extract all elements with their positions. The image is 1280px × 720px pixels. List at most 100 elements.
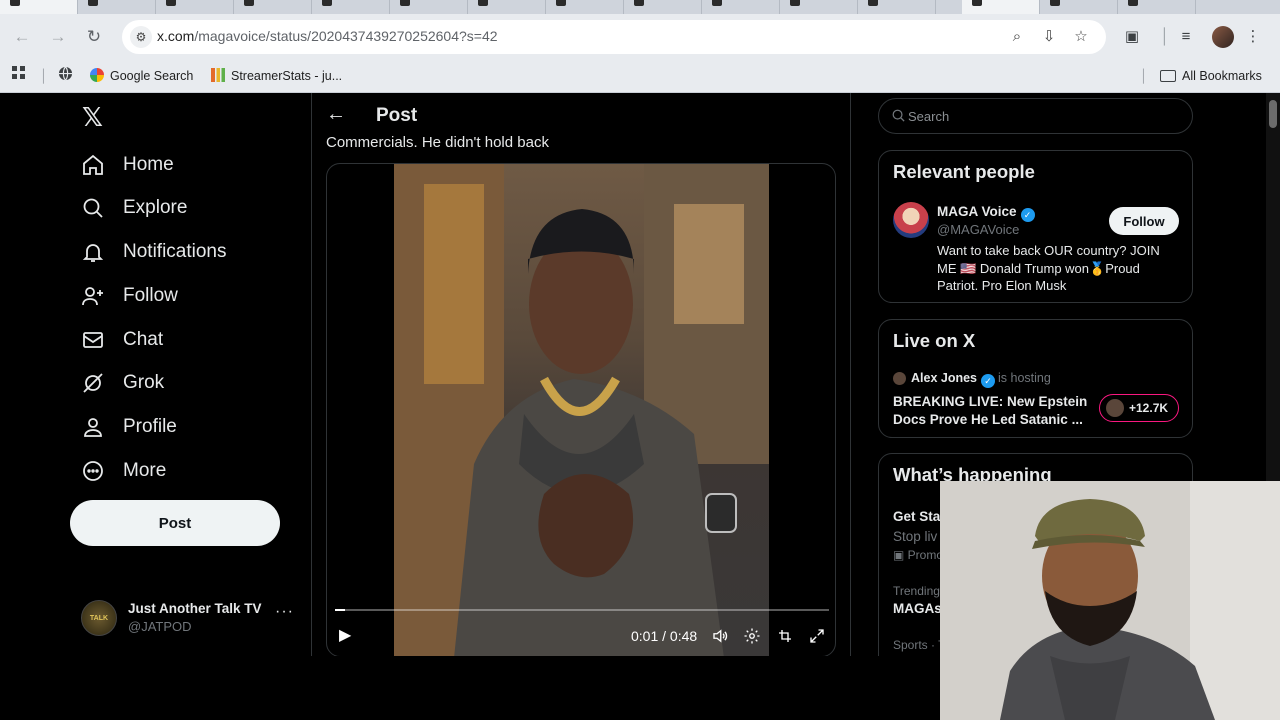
play-icon[interactable]: ▶	[339, 627, 355, 645]
account-switcher[interactable]: TALK Just Another Talk TV @JATPOD ···	[78, 598, 298, 638]
settings-gear-icon[interactable]	[743, 627, 761, 645]
browser-tab[interactable]	[780, 0, 858, 14]
browser-tab[interactable]	[702, 0, 780, 14]
bookmark-streamerstats[interactable]: StreamerStats - ju...	[211, 66, 342, 86]
media-control-icon[interactable]: ≡	[1175, 26, 1197, 48]
profile-name-text: MAGA Voice	[937, 204, 1017, 219]
search-input[interactable]	[908, 107, 1168, 125]
sidebar-item-chat[interactable]: Chat	[80, 322, 163, 358]
tab-favicon-icon	[88, 0, 98, 6]
globe-icon[interactable]	[58, 66, 73, 86]
video-frame[interactable]	[394, 164, 769, 656]
sidebar-item-profile[interactable]: Profile	[80, 409, 177, 445]
tab-favicon-icon	[868, 0, 878, 6]
bookmark-label: StreamerStats - ju...	[231, 69, 343, 83]
more-dots-icon[interactable]: ···	[275, 603, 294, 621]
browser-tab-active[interactable]	[962, 0, 1040, 14]
live-host-suffix: is hosting	[998, 371, 1051, 385]
tab-favicon-icon	[166, 0, 176, 6]
bookmark-star-icon[interactable]: ☆	[1071, 27, 1091, 47]
webcam-person-image	[940, 481, 1280, 720]
scrollbar-thumb[interactable]	[1269, 100, 1277, 128]
live-listeners-pill[interactable]: +12.7K	[1099, 394, 1179, 422]
trend-meta-text: Promo	[907, 548, 944, 562]
bookmarks-bar: │ Google Search StreamerStats - ju... │ …	[0, 60, 1280, 93]
bookmarks-divider: │	[1140, 69, 1148, 83]
profile-avatar[interactable]	[1212, 26, 1234, 48]
avatar: TALK	[81, 600, 117, 636]
back-arrow-icon[interactable]: ←	[326, 103, 346, 126]
back-arrow-icon[interactable]: ←	[10, 25, 34, 49]
trend-title[interactable]: MAGAs	[893, 601, 942, 616]
trend-meta: ▣ Promo	[893, 548, 943, 562]
live-host[interactable]: Alex Jones ✓ is hosting	[911, 371, 1051, 388]
pip-icon[interactable]	[776, 627, 794, 645]
apps-grid-icon[interactable]	[12, 66, 28, 86]
reload-icon[interactable]: ↻	[82, 25, 106, 49]
follow-button[interactable]: Follow	[1109, 207, 1179, 235]
trend-title[interactable]: Get Sta	[893, 509, 940, 524]
all-bookmarks-label: All Bookmarks	[1182, 69, 1262, 83]
browser-tab[interactable]	[78, 0, 156, 14]
sidebar-item-explore[interactable]: Explore	[80, 190, 187, 226]
sidebar-item-label: Grok	[123, 372, 165, 393]
profile-name[interactable]: MAGA Voice ✓	[937, 204, 1035, 222]
verified-badge-icon: ✓	[1020, 208, 1035, 222]
post-button[interactable]: Post	[70, 500, 280, 546]
chrome-menu-icon[interactable]: ⋮	[1242, 26, 1264, 48]
grok-icon	[80, 370, 106, 396]
post-text: Commercials. He didn't hold back	[326, 134, 549, 151]
live-host-name: Alex Jones	[911, 371, 978, 385]
browser-tab[interactable]	[468, 0, 546, 14]
zoom-icon[interactable]: ⌕	[1007, 27, 1027, 47]
volume-icon[interactable]	[711, 627, 729, 645]
all-bookmarks[interactable]: All Bookmarks	[1160, 66, 1262, 86]
avatar[interactable]	[893, 202, 929, 238]
url-host: x.com	[157, 28, 195, 44]
browser-tab-strip	[0, 0, 1280, 14]
post-column: ← Post Commercials. He didn't hold back	[311, 93, 851, 656]
site-info-icon[interactable]: ⚙	[130, 26, 152, 48]
browser-tab[interactable]	[1040, 0, 1118, 14]
tab-favicon-icon	[10, 0, 20, 6]
address-bar[interactable]: ⚙ x.com/magavoice/status/202043743927025…	[122, 20, 1106, 54]
sidebar-item-more[interactable]: More	[80, 453, 166, 489]
sidebar-item-home[interactable]: Home	[80, 147, 174, 183]
video-progress-track[interactable]	[335, 609, 829, 611]
url-text[interactable]: x.com/magavoice/status/20204374392702526…	[157, 28, 498, 44]
sidebar-item-follow[interactable]: Follow	[80, 278, 178, 314]
browser-tab[interactable]	[858, 0, 936, 14]
video-player[interactable]: ▶ 0:01 / 0:48	[326, 163, 836, 656]
tab-search-icon[interactable]: ▣	[1121, 26, 1143, 48]
bell-icon	[80, 239, 106, 265]
bookmark-google-search[interactable]: Google Search	[90, 66, 193, 86]
tab-favicon-icon	[556, 0, 566, 6]
envelope-icon	[80, 327, 106, 353]
browser-tab[interactable]	[156, 0, 234, 14]
forward-arrow-icon[interactable]: →	[46, 25, 70, 49]
search-box[interactable]	[878, 98, 1193, 134]
toolbar-divider: │	[1160, 28, 1170, 45]
trend-meta: Trending	[893, 584, 940, 598]
tab-favicon-icon	[322, 0, 332, 6]
sidebar-item-notifications[interactable]: Notifications	[80, 234, 227, 270]
page-title: Post	[376, 105, 418, 126]
browser-tab[interactable]	[546, 0, 624, 14]
sidebar-item-label: More	[123, 460, 167, 481]
browser-tab[interactable]	[624, 0, 702, 14]
sidebar-item-grok[interactable]: Grok	[80, 365, 164, 401]
video-time: 0:01 / 0:48	[631, 628, 698, 644]
bar-chart-icon	[211, 68, 225, 82]
live-headline[interactable]: BREAKING LIVE: New Epstein Docs Prove He…	[893, 393, 1093, 428]
browser-tab[interactable]	[1118, 0, 1196, 14]
browser-tab[interactable]	[234, 0, 312, 14]
tab-favicon-icon	[712, 0, 722, 6]
browser-tab[interactable]	[312, 0, 390, 14]
search-icon	[891, 108, 907, 124]
browser-tab[interactable]	[0, 0, 78, 14]
install-app-icon[interactable]: ⇩	[1039, 27, 1059, 47]
listener-count: +12.7K	[1129, 401, 1169, 415]
fullscreen-icon[interactable]	[808, 627, 826, 645]
browser-tab[interactable]	[390, 0, 468, 14]
x-logo-icon[interactable]: 𝕏	[82, 104, 106, 130]
